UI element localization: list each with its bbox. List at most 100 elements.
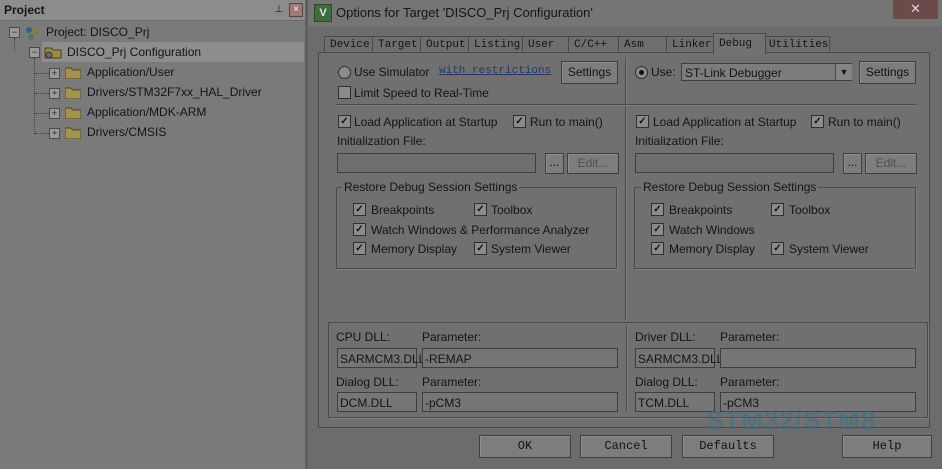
watch-windows-checkbox-right[interactable]: ✓ xyxy=(651,223,664,236)
collapse-root-icon[interactable]: − xyxy=(9,27,20,38)
watch-windows-checkbox-left[interactable]: ✓ xyxy=(353,223,366,236)
tree-target-label: DISCO_Prj Configuration xyxy=(67,45,202,59)
right-dialog-dll-label: Dialog DLL: xyxy=(635,375,698,389)
load-app-label-right: Load Application at Startup xyxy=(653,115,797,129)
init-file-edit-right[interactable]: Edit... xyxy=(865,153,917,174)
init-file-edit-left[interactable]: Edit... xyxy=(567,153,619,174)
simulator-settings-button[interactable]: Settings xyxy=(561,61,618,84)
debugger-settings-button[interactable]: Settings xyxy=(859,61,916,84)
tree-line xyxy=(35,133,49,134)
memory-display-label-right: Memory Display xyxy=(669,242,756,256)
driver-dll-input[interactable]: SARMCM3.DLL xyxy=(635,348,723,368)
collapse-target-icon[interactable]: − xyxy=(29,47,40,58)
folder-icon xyxy=(64,107,82,122)
toolbox-label-right: Toolbox xyxy=(789,203,831,217)
breakpoints-checkbox-right[interactable]: ✓ xyxy=(651,203,664,216)
close-icon[interactable]: ✕ xyxy=(893,0,938,19)
expand-group-icon[interactable]: + xyxy=(49,88,60,99)
cpu-dll-input[interactable]: SARMCM3.DLL xyxy=(337,348,425,368)
tab-c-cpp[interactable]: C/C++ xyxy=(568,36,619,53)
panel-divider xyxy=(625,58,626,320)
right-dialog-dll-input[interactable]: TCM.DLL xyxy=(635,392,715,412)
use-debugger-label: Use: xyxy=(651,65,676,79)
close-pane-icon[interactable]: × xyxy=(289,3,303,17)
ok-button[interactable]: OK xyxy=(479,435,571,458)
tree-group-mdk-arm[interactable]: Application/MDK-ARM xyxy=(87,102,206,122)
tab-listing[interactable]: Listing xyxy=(468,36,526,53)
tree-project-root[interactable]: Project: DISCO_Prj xyxy=(46,22,149,42)
system-viewer-label-right: System Viewer xyxy=(789,242,869,256)
breakpoints-checkbox-left[interactable]: ✓ xyxy=(353,203,366,216)
limit-speed-checkbox[interactable] xyxy=(338,86,351,99)
tree-line xyxy=(14,38,15,52)
folder-icon xyxy=(64,87,82,102)
expand-group-icon[interactable]: + xyxy=(49,68,60,79)
right-dialog-param-label: Parameter: xyxy=(720,375,780,389)
driver-param-input[interactable] xyxy=(720,348,916,368)
system-viewer-checkbox-left[interactable]: ✓ xyxy=(474,242,487,255)
use-simulator-radio[interactable] xyxy=(338,66,351,79)
dialog-title: Options for Target 'DISCO_Prj Configurat… xyxy=(336,5,593,20)
tab-asm[interactable]: Asm xyxy=(618,36,669,53)
tab-debug[interactable]: Debug xyxy=(713,33,766,54)
tab-linker[interactable]: Linker xyxy=(666,36,717,53)
with-restrictions-link[interactable]: with restrictions xyxy=(439,65,551,77)
tree-group-hal-driver[interactable]: Drivers/STM32F7xx_HAL_Driver xyxy=(87,82,262,102)
use-debugger-radio[interactable] xyxy=(635,66,648,79)
load-app-checkbox-left[interactable]: ✓ xyxy=(338,115,351,128)
system-viewer-checkbox-right[interactable]: ✓ xyxy=(771,242,784,255)
run-to-main-checkbox-left[interactable]: ✓ xyxy=(513,115,526,128)
toolbox-checkbox-left[interactable]: ✓ xyxy=(474,203,487,216)
folder-icon xyxy=(64,127,82,142)
tree-line xyxy=(35,113,49,114)
memory-display-checkbox-left[interactable]: ✓ xyxy=(353,242,366,255)
tab-user[interactable]: User xyxy=(522,36,570,53)
run-to-main-checkbox-right[interactable]: ✓ xyxy=(811,115,824,128)
init-file-input-right[interactable] xyxy=(635,153,834,173)
pin-icon[interactable]: ⊥ xyxy=(273,4,285,16)
tab-device[interactable]: Device xyxy=(324,36,374,53)
tree-group-cmsis[interactable]: Drivers/CMSIS xyxy=(87,122,166,142)
debugger-select-value: ST-Link Debugger xyxy=(685,66,782,80)
cancel-button[interactable]: Cancel xyxy=(580,435,672,458)
dialog-param-input[interactable]: -pCM3 xyxy=(422,392,618,412)
tree-line xyxy=(34,58,35,134)
dialog-dll-input[interactable]: DCM.DLL xyxy=(337,392,417,412)
watch-windows-label-left: Watch Windows & Performance Analyzer xyxy=(371,223,590,237)
expand-group-icon[interactable]: + xyxy=(49,108,60,119)
init-file-browse-right[interactable]: ... xyxy=(843,153,862,174)
expand-group-icon[interactable]: + xyxy=(49,128,60,139)
dialog-param-label: Parameter: xyxy=(422,375,482,389)
debugger-select[interactable]: ST-Link Debugger xyxy=(681,63,852,81)
chevron-down-icon[interactable]: ▼ xyxy=(835,64,852,80)
system-viewer-label-left: System Viewer xyxy=(491,242,571,256)
toolbox-checkbox-right[interactable]: ✓ xyxy=(771,203,784,216)
cpu-param-label: Parameter: xyxy=(422,330,482,344)
keil-app-icon: V xyxy=(314,4,332,22)
breakpoints-label-left: Breakpoints xyxy=(371,203,435,217)
section-divider xyxy=(335,104,917,105)
cpu-param-input[interactable]: -REMAP xyxy=(422,348,618,368)
load-app-checkbox-right[interactable]: ✓ xyxy=(636,115,649,128)
use-simulator-label: Use Simulator xyxy=(354,65,430,79)
driver-dll-label: Driver DLL: xyxy=(635,330,696,344)
tree-line xyxy=(35,73,49,74)
tab-utilities[interactable]: Utilities xyxy=(763,36,830,53)
watermark: STM32/STM8 xyxy=(706,405,877,435)
init-file-input-left[interactable] xyxy=(337,153,536,173)
project-pane-titlebar xyxy=(0,0,305,21)
tab-target[interactable]: Target xyxy=(372,36,422,53)
project-pane-title: Project xyxy=(4,3,45,17)
init-file-label-right: Initialization File: xyxy=(635,134,724,148)
defaults-button[interactable]: Defaults xyxy=(682,435,774,458)
driver-param-label: Parameter: xyxy=(720,330,780,344)
toolbox-label-left: Toolbox xyxy=(491,203,533,217)
memory-display-checkbox-right[interactable]: ✓ xyxy=(651,242,664,255)
cpu-dll-label: CPU DLL: xyxy=(336,330,391,344)
target-folder-icon xyxy=(44,45,62,59)
tree-group-application-user[interactable]: Application/User xyxy=(87,62,174,82)
help-button[interactable]: Help xyxy=(842,435,932,458)
init-file-browse-left[interactable]: ... xyxy=(545,153,564,174)
run-to-main-label-left: Run to main() xyxy=(530,115,603,129)
tab-output[interactable]: Output xyxy=(420,36,470,53)
